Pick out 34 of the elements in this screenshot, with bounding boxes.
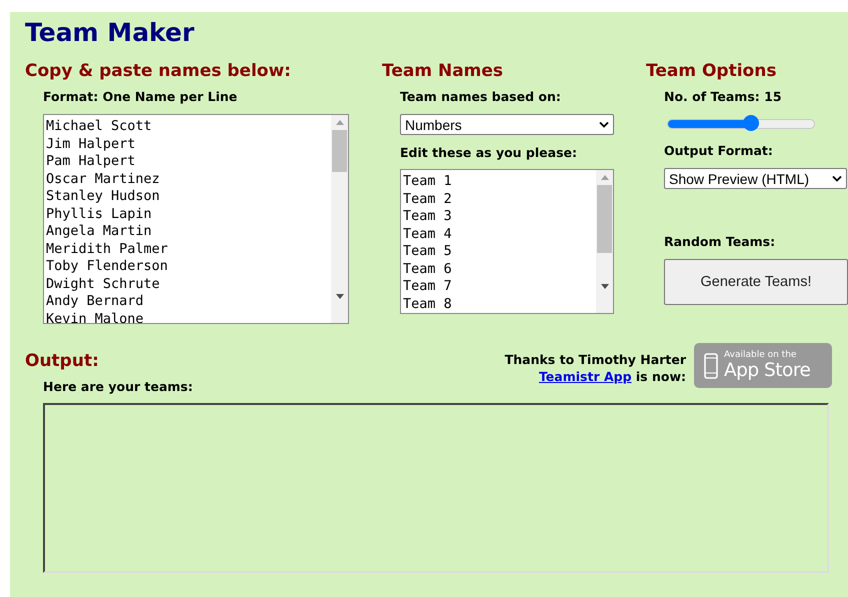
based-on-label: Team names based on: (400, 89, 562, 105)
badge-large-text: App Store (724, 362, 810, 380)
teams-label: Here are your teams: (42, 379, 194, 395)
section-heading: Team Names (382, 60, 504, 83)
scrollbar[interactable] (596, 170, 613, 313)
scrollbar[interactable] (331, 115, 348, 323)
scroll-up-icon[interactable] (336, 120, 344, 125)
section-heading: Output: (25, 350, 100, 373)
scrollbar-thumb[interactable] (332, 130, 347, 172)
section-heading: Copy & paste names below: (25, 60, 292, 83)
app-link[interactable]: Teamistr App (538, 369, 632, 384)
names-textarea[interactable]: Michael Scott Jim Halpert Pam Halpert Oscar Martinez Stanley Hudson Phyllis Lapin Angela Martin Meridith Palmer Toby Flenderson Dwight Schrute Andy Bernard Kevin Malone (43, 114, 349, 324)
section-heading: Team Options (646, 60, 778, 83)
thanks-text: Thanks to Timothy Harter (504, 351, 686, 368)
scrollbar-thumb[interactable] (597, 185, 612, 253)
output-format-dropdown[interactable]: Show Preview (HTML) (664, 168, 847, 189)
team-names-dropdown[interactable]: Numbers (400, 114, 614, 135)
scroll-down-icon[interactable] (336, 294, 344, 299)
team-names-textarea[interactable]: Team 1 Team 2 Team 3 Team 4 Team 5 Team 6 Team 7 Team 8 (400, 169, 614, 314)
slider-thumb[interactable] (743, 115, 760, 131)
format-label: Format: One Name per Line (43, 89, 238, 105)
phone-icon (704, 352, 718, 378)
scroll-down-icon[interactable] (600, 284, 608, 289)
chevron-down-icon (599, 121, 609, 128)
teams-count-label: No. of Teams: 15 (664, 89, 783, 105)
badge-small-text: Available on the (724, 350, 798, 360)
page-title: Team Maker (25, 17, 196, 49)
chevron-down-icon (832, 175, 842, 182)
output-format-label: Output Format: (664, 143, 774, 159)
generate-teams-button[interactable]: Generate Teams! (664, 259, 848, 305)
app-suffix-text: is now: (634, 369, 686, 384)
random-teams-label: Random Teams: (664, 234, 776, 250)
edit-label: Edit these as you please: (400, 145, 578, 161)
scroll-up-icon[interactable] (600, 175, 608, 180)
